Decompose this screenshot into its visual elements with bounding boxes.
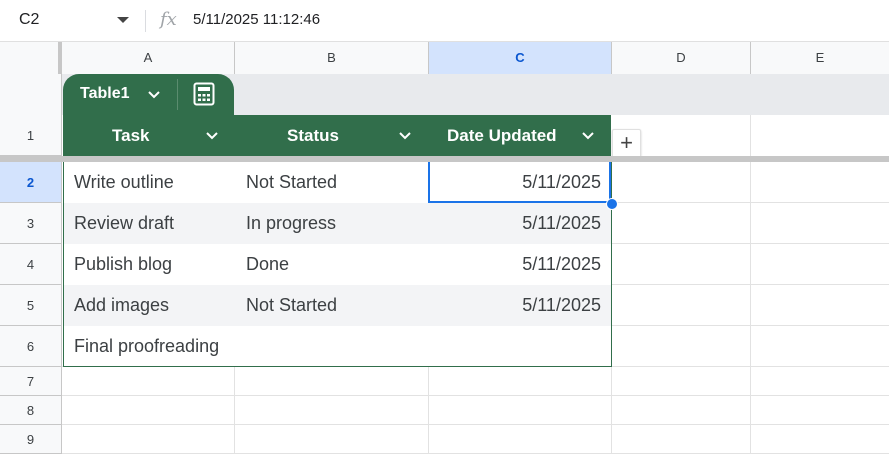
row-header-3[interactable]: 3 [0, 203, 62, 244]
table-row: Review draft In progress 5/11/2025 [63, 203, 611, 244]
header-date-updated[interactable]: Date Updated [447, 115, 557, 156]
row-header-4[interactable]: 4 [0, 244, 62, 285]
row-header-1[interactable]: 1 [0, 115, 62, 156]
chevron-down-icon[interactable] [147, 88, 161, 102]
row-header-6[interactable]: 6 [0, 326, 62, 367]
column-header-e[interactable]: E [751, 42, 889, 74]
status-cell[interactable]: Not Started [246, 285, 337, 326]
row-header-9[interactable]: 9 [0, 425, 62, 454]
select-all-corner[interactable] [0, 42, 62, 74]
grid-line [62, 395, 889, 396]
status-cell[interactable]: In progress [246, 203, 336, 244]
date-cell[interactable]: 5/11/2025 [429, 162, 601, 203]
name-box[interactable]: C2 [19, 11, 39, 29]
chevron-down-icon[interactable] [580, 128, 596, 144]
table-name-chip[interactable]: Table1 [63, 74, 234, 115]
row-header-7[interactable]: 7 [0, 367, 62, 396]
date-cell[interactable]: 5/11/2025 [429, 285, 601, 326]
column-header-a[interactable]: A [62, 42, 235, 74]
grid-line [612, 243, 889, 244]
formula-input[interactable]: 5/11/2025 11:12:46 [193, 11, 320, 28]
grid-line [62, 424, 889, 425]
task-cell[interactable]: Final proofreading [74, 326, 219, 367]
row-header-5[interactable]: 5 [0, 285, 62, 326]
status-cell[interactable]: Done [246, 244, 289, 285]
task-cell[interactable]: Publish blog [74, 244, 172, 285]
grid-line [612, 202, 889, 203]
fx-icon: fx [160, 9, 177, 30]
add-column-button[interactable]: + [612, 129, 641, 158]
grid-line [612, 325, 889, 326]
grid-line [234, 367, 235, 454]
table-name: Table1 [80, 85, 130, 102]
formula-bar: C2 fx 5/11/2025 11:12:46 [0, 0, 889, 42]
header-status[interactable]: Status [287, 115, 339, 156]
column-header-d[interactable]: D [612, 42, 751, 74]
date-cell[interactable]: 5/11/2025 [429, 203, 601, 244]
grid-line [750, 74, 751, 454]
table-row: Publish blog Done 5/11/2025 [63, 244, 611, 285]
row-header-blank [0, 74, 62, 115]
column-header-c[interactable]: C [429, 42, 612, 74]
table-row: Write outline Not Started 5/11/2025 [63, 162, 611, 203]
row-header-2[interactable]: 2 [0, 162, 62, 203]
fill-handle[interactable] [606, 198, 618, 210]
task-cell[interactable]: Write outline [74, 162, 174, 203]
column-header-b[interactable]: B [235, 42, 429, 74]
chevron-down-icon[interactable] [397, 128, 413, 144]
date-cell[interactable] [429, 326, 601, 367]
name-box-dropdown-icon[interactable] [117, 17, 129, 23]
task-cell[interactable]: Review draft [74, 203, 174, 244]
task-cell[interactable]: Add images [74, 285, 169, 326]
grid-line [612, 284, 889, 285]
calculator-icon[interactable] [193, 82, 215, 106]
table-row: Add images Not Started 5/11/2025 [63, 285, 611, 326]
table-row: Final proofreading [63, 326, 611, 367]
table-chip-divider [177, 79, 178, 110]
row-header-8[interactable]: 8 [0, 396, 62, 425]
date-cell[interactable]: 5/11/2025 [429, 244, 601, 285]
status-cell[interactable]: Not Started [246, 162, 337, 203]
chevron-down-icon[interactable] [204, 128, 220, 144]
formula-bar-separator [145, 10, 146, 32]
table-header-row: Task Status Date Updated [63, 115, 611, 156]
header-task[interactable]: Task [112, 115, 150, 156]
grid-line [428, 367, 429, 454]
